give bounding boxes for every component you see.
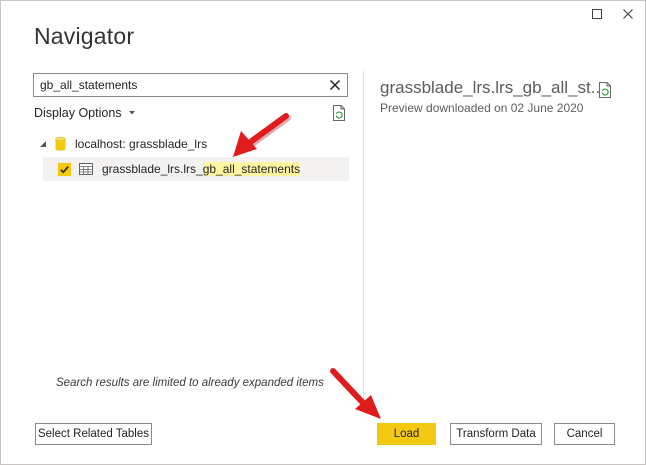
checkbox-checked-icon[interactable] (58, 162, 71, 176)
caret-down-icon (128, 111, 135, 115)
dialog-title: Navigator (34, 23, 135, 49)
close-icon (623, 9, 633, 19)
database-icon (55, 137, 66, 151)
server-node-label: localhost: grassblade_lrs (75, 137, 208, 151)
tree-node-server[interactable]: localhost: grassblade_lrs (39, 135, 207, 153)
pane-divider (363, 71, 364, 411)
close-icon (329, 79, 341, 91)
expanded-triangle-icon[interactable] (39, 140, 47, 148)
display-options-dropdown[interactable]: Display Options (34, 106, 136, 120)
navigator-dialog: Navigator Display Options (0, 0, 646, 465)
preview-refresh-button[interactable] (598, 82, 612, 98)
table-node-label: grassblade_lrs.lrs_gb_all_statements (102, 162, 301, 176)
maximize-icon (592, 9, 602, 19)
select-related-tables-button[interactable]: Select Related Tables (35, 423, 152, 445)
refresh-document-icon (333, 105, 345, 121)
tree-node-table[interactable]: grassblade_lrs.lrs_gb_all_statements (43, 157, 349, 181)
search-box[interactable] (33, 73, 348, 97)
preview-title: grassblade_lrs.lrs_gb_all_st... (380, 78, 605, 97)
search-results-note: Search results are limited to already ex… (56, 377, 324, 389)
load-button[interactable]: Load (377, 423, 436, 445)
close-button[interactable] (617, 5, 639, 25)
search-input[interactable] (40, 77, 320, 93)
refresh-document-icon (599, 82, 611, 98)
preview-subtitle: Preview downloaded on 02 June 2020 (380, 101, 584, 115)
transform-data-button[interactable]: Transform Data (450, 423, 542, 445)
clear-search-button[interactable] (327, 77, 343, 93)
table-icon (79, 163, 93, 175)
search-match-highlight: gb_all_statements (202, 162, 301, 176)
maximize-button[interactable] (586, 5, 608, 25)
annotation-arrow-load (330, 368, 381, 419)
annotation-arrows (233, 113, 381, 419)
display-options-label: Display Options (34, 106, 122, 120)
table-label-prefix: grassblade_lrs.lrs_ (102, 162, 203, 176)
refresh-button[interactable] (332, 105, 346, 121)
cancel-button[interactable]: Cancel (554, 423, 615, 445)
annotation-arrow-table (233, 113, 291, 157)
